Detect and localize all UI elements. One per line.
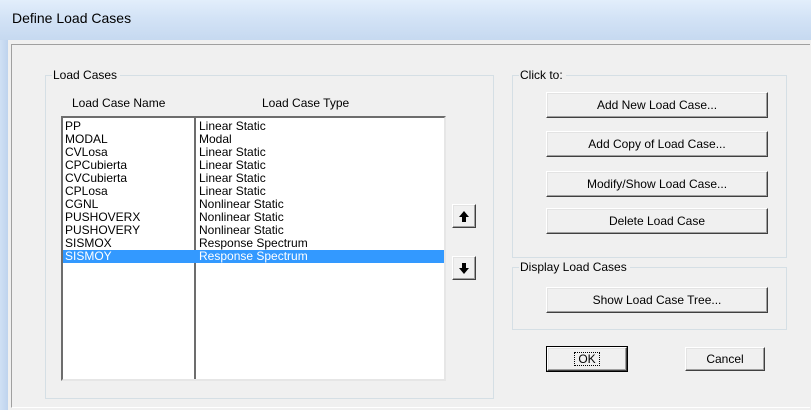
load-case-list[interactable]: PP Linear Static MODAL Modal CVLosa Linear St…	[61, 116, 446, 381]
arrow-up-icon	[459, 210, 469, 222]
ok-label: OK	[574, 352, 600, 366]
ok-button[interactable]: OK	[546, 346, 628, 372]
arrow-down-icon	[459, 262, 469, 274]
cancel-button[interactable]: Cancel	[685, 347, 765, 371]
modify-show-load-case-button[interactable]: Modify/Show Load Case...	[546, 171, 768, 197]
display-load-cases-legend: Display Load Cases	[520, 260, 627, 274]
list-item[interactable]: SISMOY Response Spectrum	[63, 250, 444, 263]
window-frame	[0, 40, 8, 410]
delete-load-case-button[interactable]: Delete Load Case	[546, 208, 768, 234]
move-up-button[interactable]	[452, 204, 476, 228]
load-case-name-header: Load Case Name	[72, 96, 166, 110]
load-cases-legend: Load Cases	[53, 68, 118, 82]
load-case-name: SISMOY	[65, 249, 112, 263]
load-case-type: Response Spectrum	[199, 249, 308, 263]
load-case-type-header: Load Case Type	[262, 96, 350, 110]
show-load-case-tree-button[interactable]: Show Load Case Tree...	[546, 287, 768, 313]
move-down-button[interactable]	[452, 256, 476, 280]
list-item[interactable]: PP Linear Static	[63, 120, 444, 133]
add-new-load-case-button[interactable]: Add New Load Case...	[546, 92, 768, 118]
add-copy-load-case-button[interactable]: Add Copy of Load Case...	[546, 131, 768, 157]
window-title: Define Load Cases	[12, 10, 132, 26]
click-to-legend: Click to:	[520, 68, 563, 82]
title-bar[interactable]: Define Load Cases	[0, 0, 811, 40]
